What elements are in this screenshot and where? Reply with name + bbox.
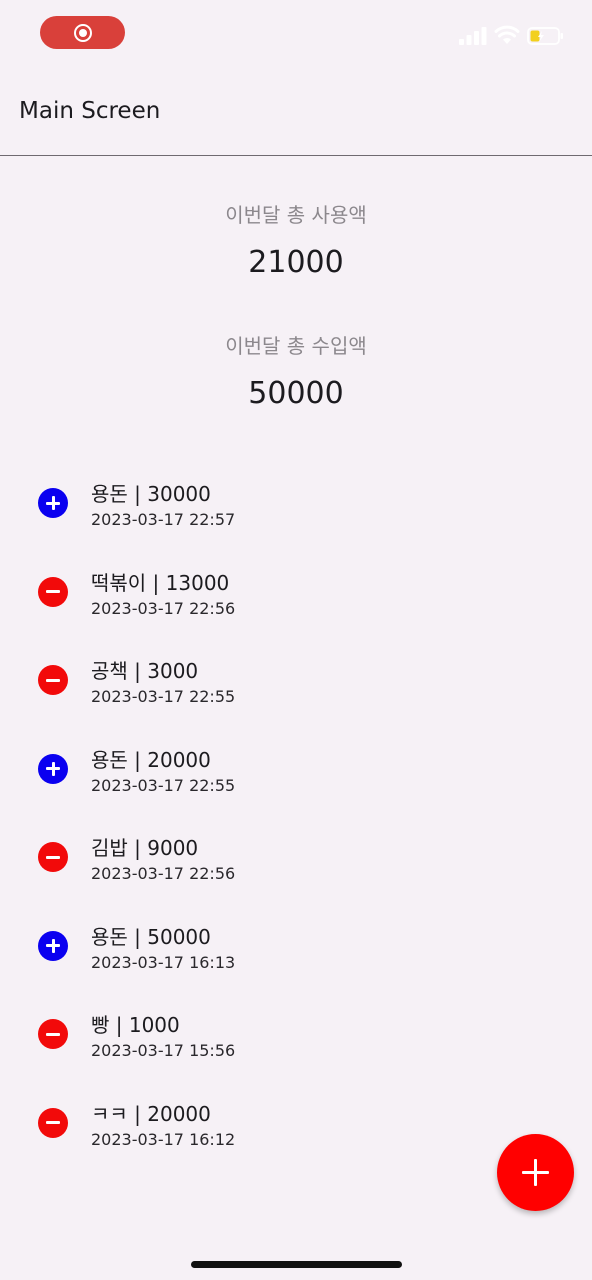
add-transaction-button[interactable] xyxy=(497,1134,574,1211)
transaction-date: 2023-03-17 22:55 xyxy=(91,687,236,706)
transaction-date: 2023-03-17 15:56 xyxy=(91,1041,236,1060)
transaction-title: 용돈 | 30000 xyxy=(91,482,211,506)
transaction-title: 용돈 | 50000 xyxy=(91,924,211,949)
page-title: Main Screen xyxy=(19,98,161,124)
minus-circle-icon xyxy=(38,576,68,607)
plus-circle-icon xyxy=(38,488,68,518)
screen-recording-indicator[interactable] xyxy=(40,16,125,49)
transaction-title: 빵 | 1000 xyxy=(91,1013,180,1037)
app-bar: Main Screen xyxy=(0,66,592,156)
plus-circle-icon xyxy=(38,930,68,961)
transaction-item[interactable]: 김밥 | 9000 2023-03-17 22:56 xyxy=(0,814,592,902)
transaction-date: 2023-03-17 22:57 xyxy=(91,510,236,529)
transaction-item[interactable]: 공책 | 3000 2023-03-17 22:55 xyxy=(0,637,592,725)
transaction-item[interactable]: 빵 | 1000 2023-03-17 15:56 xyxy=(0,991,592,1079)
cellular-signal-icon xyxy=(459,27,487,45)
monthly-income-value: 50000 xyxy=(248,376,344,411)
wifi-icon xyxy=(494,25,520,44)
transaction-title: 김밥 | 9000 xyxy=(91,836,199,860)
minus-circle-icon xyxy=(38,1019,68,1049)
transaction-date: 2023-03-17 22:55 xyxy=(91,775,236,795)
transaction-date: 2023-03-17 22:56 xyxy=(91,598,236,618)
monthly-income-label: 이번달 총 수입액 xyxy=(225,334,367,358)
monthly-spent-label: 이번달 총 사용액 xyxy=(225,203,367,227)
monthly-spent-value: 21000 xyxy=(248,245,344,280)
transaction-title: 용돈 | 20000 xyxy=(91,747,211,772)
transaction-title: 떡볶이 | 13000 xyxy=(91,570,230,595)
transaction-date: 2023-03-17 16:12 xyxy=(91,1129,236,1149)
minus-circle-icon xyxy=(38,1107,68,1138)
battery-icon xyxy=(527,27,563,45)
minus-circle-icon xyxy=(38,842,68,872)
transaction-item[interactable]: 떡볶이 | 13000 2023-03-17 22:56 xyxy=(0,549,592,637)
record-icon xyxy=(73,23,92,42)
transaction-title: ㅋㅋ | 20000 xyxy=(91,1101,211,1126)
minus-circle-icon xyxy=(38,665,68,695)
transaction-item[interactable]: 용돈 | 30000 2023-03-17 22:57 xyxy=(0,460,592,548)
transaction-date: 2023-03-17 22:56 xyxy=(91,864,236,883)
home-indicator[interactable] xyxy=(191,1261,402,1268)
transaction-item[interactable]: 용돈 | 50000 2023-03-17 16:13 xyxy=(0,903,592,991)
transaction-title: 공책 | 3000 xyxy=(91,659,199,683)
status-bar xyxy=(0,0,592,66)
plus-circle-icon xyxy=(38,753,68,784)
transaction-date: 2023-03-17 16:13 xyxy=(91,952,236,972)
transaction-item[interactable]: 용돈 | 20000 2023-03-17 22:55 xyxy=(0,726,592,814)
